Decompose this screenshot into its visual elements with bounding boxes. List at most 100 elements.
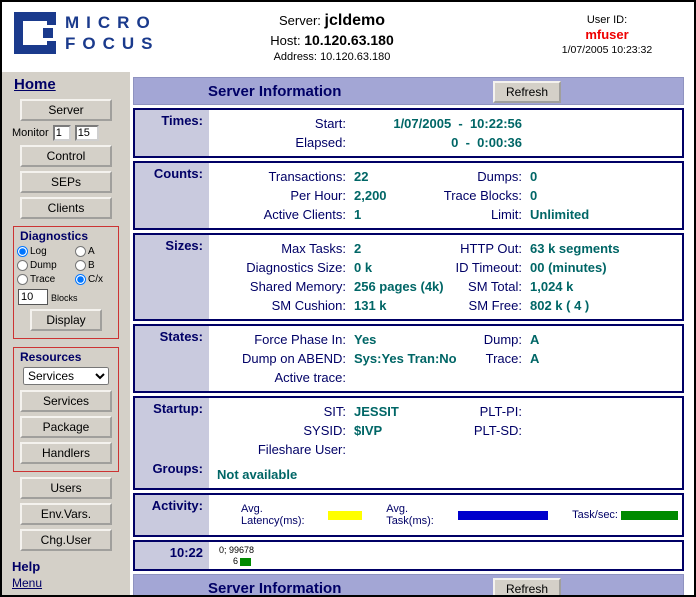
- refresh-button-top[interactable]: Refresh: [493, 81, 561, 103]
- times-body: Start: 1/07/2005 - 10:22:56 Elapsed: 0 -…: [209, 110, 682, 156]
- field-value: $IVP: [346, 421, 382, 440]
- field-label: Dump on ABEND:: [209, 349, 346, 368]
- field-value: [346, 368, 354, 387]
- field-label: PLT-PI:: [480, 402, 522, 421]
- host-line: Host: 10.120.63.180: [207, 32, 457, 48]
- startup-row: SIT: JESSITPLT-PI:: [209, 402, 678, 421]
- user-id-label: User ID:: [542, 14, 672, 26]
- groups-row: Not available: [209, 465, 678, 484]
- activity-body: Avg. Latency(ms): Avg. Task(ms): Task/se…: [209, 495, 682, 535]
- interval-body: 0; 99678 6: [209, 542, 682, 569]
- legend-task-sec: Task/sec:: [572, 509, 678, 521]
- field-value: Yes: [346, 330, 376, 349]
- times-row: Start: 1/07/2005 - 10:22:56: [209, 114, 678, 133]
- section-counts: Counts: Transactions: 22Dumps: 0 Per Hou…: [133, 161, 684, 230]
- seps-button[interactable]: SEPs: [20, 171, 112, 193]
- services-button[interactable]: Services: [20, 390, 112, 412]
- radio-trace[interactable]: Trace: [17, 273, 75, 286]
- users-button[interactable]: Users: [20, 477, 112, 499]
- page: MICRO FOCUS Server: jcldemo Host: 10.120…: [0, 0, 696, 597]
- field-value: 1/07/2005 - 10:22:56: [346, 114, 522, 133]
- home-link[interactable]: Home: [14, 76, 56, 93]
- clients-button[interactable]: Clients: [20, 197, 112, 219]
- radio-dump[interactable]: Dump: [17, 259, 75, 272]
- interval-line1: 0; 99678: [219, 545, 682, 556]
- monitor-interval-input[interactable]: [53, 125, 71, 141]
- interval-green-bar-icon: [240, 558, 251, 566]
- states-row: Active trace:: [209, 368, 678, 387]
- field-label: Max Tasks:: [209, 239, 346, 258]
- refresh-button-bottom[interactable]: Refresh: [493, 578, 561, 597]
- handlers-button[interactable]: Handlers: [20, 442, 112, 464]
- chg-user-button[interactable]: Chg.User: [20, 529, 112, 551]
- legend-task-ms-label: Avg. Task(ms):: [386, 503, 455, 527]
- radio-dump-input[interactable]: [17, 260, 28, 271]
- address-value: 10.120.63.180: [320, 51, 390, 63]
- legend-task-sec-label: Task/sec:: [572, 509, 618, 521]
- startup-body: SIT: JESSITPLT-PI: SYSID: $IVPPLT-SD: Fi…: [209, 398, 682, 488]
- diagnostics-radio-grid: Log A Dump B: [17, 245, 115, 286]
- section-interval: 10:22 0; 99678 6: [133, 540, 684, 571]
- timestamp: 1/07/2005 10:23:32: [542, 44, 672, 56]
- field-value: 1,024 k: [522, 277, 678, 296]
- page-title: Server Information: [208, 83, 341, 100]
- startup-label: Startup:: [135, 401, 203, 417]
- radio-log[interactable]: Log: [17, 245, 75, 258]
- radio-cx-input[interactable]: [75, 274, 86, 285]
- field-label: Limit:: [491, 205, 522, 224]
- field-label: HTTP Out:: [460, 239, 522, 258]
- resources-select[interactable]: Services: [23, 367, 109, 385]
- blocks-input[interactable]: [18, 289, 48, 305]
- address-line: Address: 10.120.63.180: [207, 51, 457, 63]
- logo-square-icon: [40, 25, 56, 41]
- field-label: Shared Memory:: [209, 277, 346, 296]
- radio-trace-label: Trace: [30, 274, 55, 285]
- interval-line2: 6: [233, 556, 682, 567]
- display-button[interactable]: Display: [30, 309, 102, 331]
- field-value: 0: [522, 186, 678, 205]
- radio-trace-input[interactable]: [17, 274, 28, 285]
- field-value: 802 k ( 4 ): [522, 296, 678, 315]
- field-label: PLT-SD:: [474, 421, 522, 440]
- field-label: Per Hour:: [209, 186, 346, 205]
- field-label: SM Cushion:: [209, 296, 346, 315]
- menu-link[interactable]: Menu: [12, 576, 42, 590]
- states-row: Force Phase In: YesDump: A: [209, 330, 678, 349]
- field-value: Unlimited: [522, 205, 678, 224]
- logo-text: MICRO FOCUS: [65, 12, 160, 54]
- radio-b[interactable]: B: [75, 259, 113, 272]
- package-button[interactable]: Package: [20, 416, 112, 438]
- legend-latency-label: Avg. Latency(ms):: [241, 503, 325, 527]
- radio-a-input[interactable]: [75, 246, 86, 257]
- radio-b-input[interactable]: [75, 260, 86, 271]
- env-vars-button[interactable]: Env.Vars.: [20, 503, 112, 525]
- startup-row: Fileshare User:: [209, 440, 678, 459]
- field-label: Force Phase In:: [209, 330, 346, 349]
- micro-focus-logo-icon: [14, 12, 56, 54]
- monitor-count-input[interactable]: [75, 125, 99, 141]
- field-label: Elapsed:: [209, 133, 346, 152]
- field-label: Start:: [209, 114, 346, 133]
- radio-cx[interactable]: C/x: [75, 273, 113, 286]
- legend-task-ms: Avg. Task(ms):: [386, 503, 548, 527]
- control-button[interactable]: Control: [20, 145, 112, 167]
- help-label: Help: [12, 559, 130, 574]
- counts-row: Per Hour: 2,200Trace Blocks: 0: [209, 186, 678, 205]
- radio-a[interactable]: A: [75, 245, 113, 258]
- field-value: 1: [346, 205, 361, 224]
- states-label: States:: [135, 326, 209, 391]
- radio-log-input[interactable]: [17, 246, 28, 257]
- sidebar: Home Server Monitor Control SEPs Clients…: [2, 72, 130, 597]
- field-value: [522, 402, 678, 421]
- monitor-label: Monitor: [12, 127, 49, 139]
- page-title-bottom: Server Information: [208, 580, 341, 597]
- field-value: 256 pages (4k): [346, 277, 444, 296]
- field-value: Sys:Yes Tran:No: [346, 349, 457, 368]
- section-startup: Startup: Groups: SIT: JESSITPLT-PI: SYSI…: [133, 396, 684, 490]
- startup-row: SYSID: $IVPPLT-SD:: [209, 421, 678, 440]
- server-button[interactable]: Server: [20, 99, 112, 121]
- host-label: Host:: [270, 33, 300, 48]
- radio-a-label: A: [88, 246, 95, 257]
- resources-group: Resources Services Services Package Hand…: [13, 347, 119, 472]
- section-times: Times: Start: 1/07/2005 - 10:22:56 Elaps…: [133, 108, 684, 158]
